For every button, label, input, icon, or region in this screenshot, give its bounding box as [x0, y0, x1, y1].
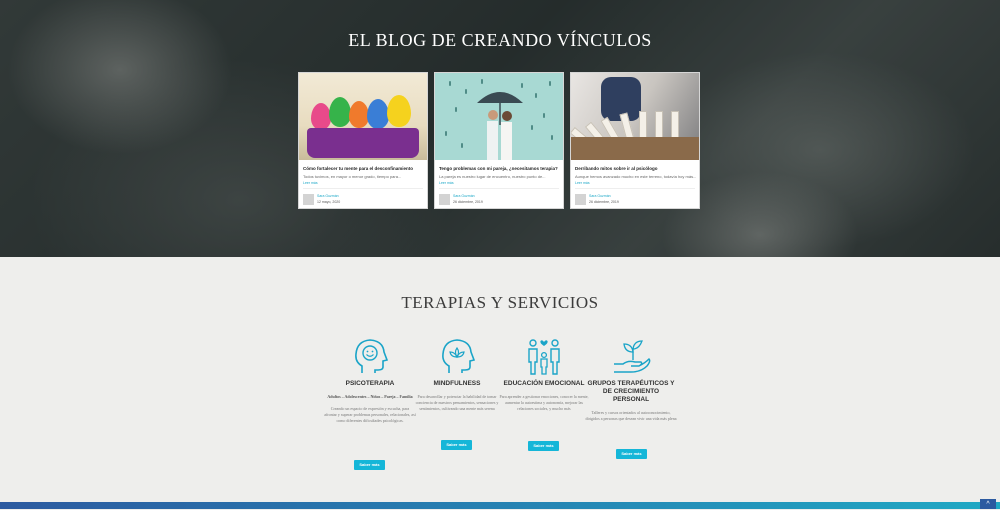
egg-shape	[311, 103, 331, 130]
scroll-to-top-button[interactable]: ^	[980, 499, 996, 509]
services-title: TERAPIAS Y SERVICIOS	[401, 293, 599, 312]
avatar	[575, 194, 586, 205]
read-more-link[interactable]: Leer más	[575, 181, 590, 185]
chevron-up-icon: ^	[986, 501, 990, 508]
egg-shape	[349, 101, 369, 128]
service-grupos: GRUPOS TERAPÉUTICOS Y DE CRECIMIENTO PER…	[585, 336, 677, 422]
post-title[interactable]: Derribando mitos sobre ir al psicólogo	[575, 166, 658, 171]
mindfulness-more-button[interactable]: Saber más	[441, 440, 472, 450]
blog-card[interactable]: Derribando mitos sobre ir al psicólogo A…	[570, 72, 700, 209]
head-lotus-icon	[442, 339, 476, 373]
post-author[interactable]: Sara Guzmán	[317, 194, 339, 198]
post-excerpt: La pareja es nuestro lugar de encuentro,…	[439, 174, 546, 179]
post-title[interactable]: Tengo problemas con mi pareja, ¿necesita…	[439, 166, 558, 171]
psicoterapia-more-button[interactable]: Saber más	[354, 460, 385, 470]
post-date: 26 diciembre, 2019	[453, 200, 483, 204]
service-psicoterapia: PSICOTERAPIA Adultos – Adolescentes – Ni…	[324, 336, 416, 424]
footer-bar	[0, 502, 1000, 509]
read-more-link[interactable]: Leer más	[439, 181, 454, 185]
post-image-umbrella[interactable]	[435, 73, 563, 160]
umbrella-couple-illustration	[477, 92, 523, 160]
post-date: 12 mayo, 2020	[317, 200, 341, 204]
blog-section-title: EL BLOG DE CREANDO VÍNCULOS	[348, 30, 652, 50]
service-description: Para desarrollar y potenciar la habilida…	[415, 394, 499, 411]
post-image-dominoes[interactable]	[571, 73, 699, 160]
egg-shape	[387, 95, 411, 127]
table-surface	[571, 137, 699, 160]
blog-cards: Cómo fortalecer tu mente para el desconf…	[298, 72, 700, 209]
service-description: Talleres y cursos orientados al autocono…	[585, 410, 677, 421]
egg-shape	[367, 99, 389, 129]
service-name: MINDFULNESS	[433, 380, 481, 387]
blog-card[interactable]: Cómo fortalecer tu mente para el desconf…	[298, 72, 428, 209]
educacion-more-button[interactable]: Saber más	[528, 441, 559, 451]
read-more-link[interactable]: Leer más	[303, 181, 318, 185]
post-author[interactable]: Sara Guzmán	[589, 194, 611, 198]
post-excerpt: Aunque hemos avanzado mucho en este terr…	[575, 174, 697, 179]
divider	[575, 188, 695, 189]
divider	[303, 188, 423, 189]
service-audience: Adultos – Adolescentes – Niños – Pareja …	[327, 394, 413, 399]
post-author[interactable]: Sara Guzmán	[453, 194, 475, 198]
service-educacion-emocional: EDUCACIÓN EMOCIONAL Para aprender a gest…	[498, 336, 590, 412]
egg-tray	[307, 128, 419, 158]
post-image-eggs[interactable]	[299, 73, 427, 160]
post-date: 26 diciembre, 2019	[589, 200, 619, 204]
service-name: EDUCACIÓN EMOCIONAL	[503, 380, 585, 387]
service-mindfulness: MINDFULNESS Para desarrollar y potenciar…	[411, 336, 503, 412]
avatar	[439, 194, 450, 205]
divider	[439, 188, 559, 189]
family-icon	[528, 339, 560, 375]
service-description: Para aprender a gestionar emociones, con…	[499, 394, 589, 411]
service-description: Creando un espacio de expresión y escuch…	[324, 406, 416, 423]
post-excerpt: Todos tuvimos, en mayor o menor grado, t…	[303, 174, 402, 179]
head-smile-icon	[355, 339, 389, 373]
service-name: PSICOTERAPIA	[345, 380, 395, 387]
avatar	[303, 194, 314, 205]
hand-sprout-icon	[614, 340, 651, 373]
post-title[interactable]: Cómo fortalecer tu mente para el desconf…	[303, 166, 413, 171]
service-name: GRUPOS TERAPÉUTICOS Y DE CRECIMIENTO PER…	[587, 380, 675, 403]
blog-card[interactable]: Tengo problemas con mi pareja, ¿necesita…	[434, 72, 564, 209]
grupos-more-button[interactable]: Saber más	[616, 449, 647, 459]
egg-shape	[329, 97, 351, 127]
